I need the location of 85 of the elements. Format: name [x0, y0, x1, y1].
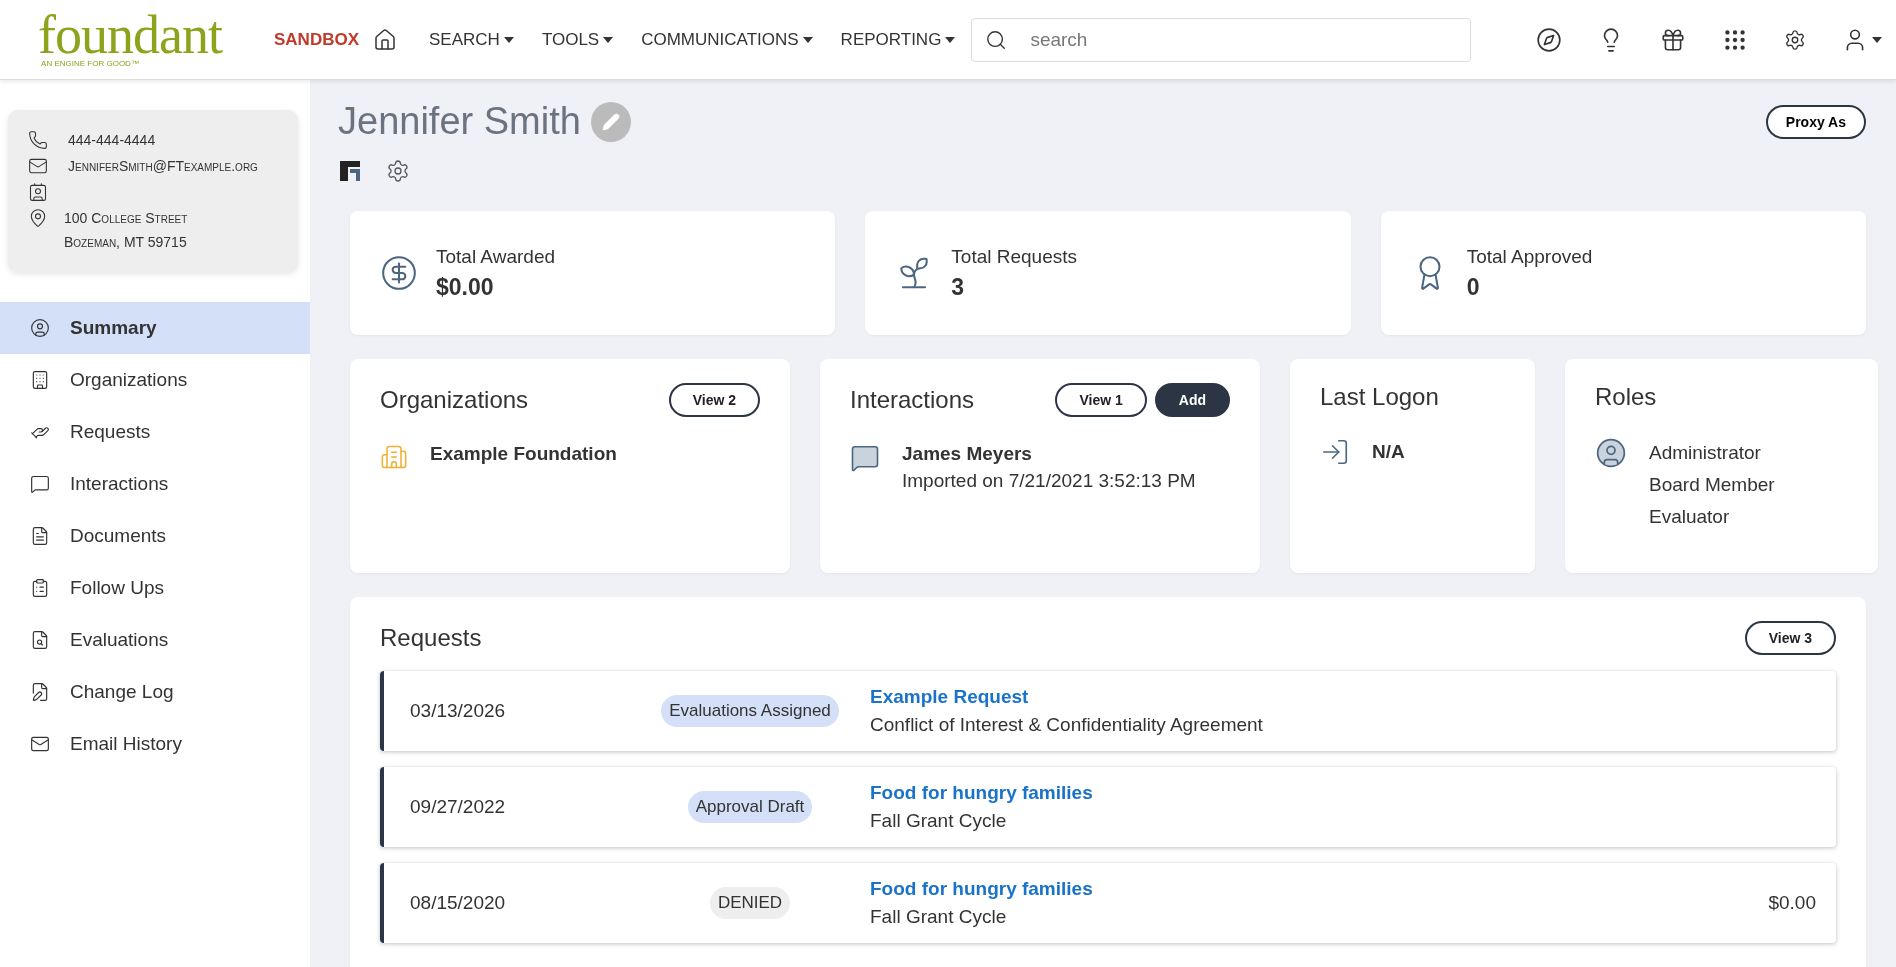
- dollar-icon: [380, 254, 418, 292]
- profile-name: Jennifer Smith: [338, 100, 581, 143]
- user-circle-icon: [1595, 437, 1627, 469]
- address-line: 100 College Street: [64, 210, 189, 226]
- sidebar-item[interactable]: Organizations: [0, 354, 310, 406]
- caret-icon: [802, 36, 813, 43]
- phone-number: 444-444-4444: [68, 132, 157, 148]
- request-row[interactable]: 08/15/2020 DENIED Food for hungry families Fall Grant Cycle $0.00: [380, 863, 1836, 943]
- status-badge: Evaluations Assigned: [661, 695, 839, 727]
- menu-button[interactable]: SEARCH: [429, 25, 514, 54]
- request-program: Fall Grant Cycle: [870, 906, 1008, 928]
- card-title: Roles: [1595, 383, 1658, 411]
- sidebar-item[interactable]: Requests: [0, 406, 310, 458]
- chat-icon: [30, 474, 50, 494]
- request-row[interactable]: 03/13/2026 Evaluations Assigned Example Request Conflict of Interest & Confidentiality Agreement: [380, 671, 1836, 751]
- card-title: Requests: [380, 624, 483, 652]
- request-link[interactable]: Example Request: [870, 686, 1816, 708]
- stat-value: 0: [1466, 273, 1481, 301]
- role-name: Board Member: [1649, 473, 1775, 497]
- document-edit-icon: [30, 682, 50, 702]
- view-button[interactable]: View 2: [668, 383, 760, 417]
- stat-value: 3: [951, 273, 966, 301]
- mail-icon: [28, 156, 48, 176]
- stat-label: Total Awarded: [436, 245, 555, 268]
- sidebar-item[interactable]: Evaluations: [0, 614, 310, 666]
- view-button[interactable]: View 3: [1744, 621, 1836, 655]
- card-title: Organizations: [380, 386, 530, 414]
- login-icon: [1320, 437, 1350, 467]
- location-pin-icon: [28, 208, 48, 228]
- stat-label: Total Requests: [951, 245, 1077, 268]
- request-row[interactable]: 09/27/2022 Approval Draft Food for hungry families Fall Grant Cycle: [380, 767, 1836, 847]
- sidebar-item[interactable]: Interactions: [0, 458, 310, 510]
- stat-label: Total Approved: [1466, 245, 1593, 268]
- caret-icon: [603, 36, 614, 43]
- stat-value: $0.00: [436, 273, 495, 301]
- card-title: Last Logon: [1320, 383, 1440, 411]
- address-line: Bozeman, MT 59715: [64, 234, 188, 250]
- caret-icon: [503, 36, 514, 43]
- sidebar-item[interactable]: Email History: [0, 718, 310, 770]
- request-date: 09/27/2022: [410, 796, 507, 818]
- organization-name[interactable]: Example Foundation: [430, 443, 617, 465]
- building-icon: [30, 370, 50, 390]
- request-link[interactable]: Food for hungry families: [870, 878, 1769, 900]
- search-icon: [985, 28, 1008, 51]
- request-program: Conflict of Interest & Confidentiality Agreement: [870, 714, 1264, 736]
- role-name: Administrator: [1649, 441, 1762, 465]
- caret-icon: [1872, 36, 1882, 43]
- proxy-button[interactable]: Proxy As: [1765, 104, 1866, 139]
- interaction-name: James Meyers: [902, 443, 1033, 465]
- sidebar-item[interactable]: Documents: [0, 510, 310, 562]
- building-icon: [380, 443, 408, 471]
- sidebar-item[interactable]: Follow Ups: [0, 562, 310, 614]
- sidebar-item[interactable]: Change Log: [0, 666, 310, 718]
- menu-button[interactable]: REPORTING: [840, 25, 956, 54]
- request-amount: $0.00: [1768, 891, 1816, 915]
- role-name: Evaluator: [1649, 505, 1731, 529]
- menu-button[interactable]: COMMUNICATIONS: [641, 25, 813, 54]
- phone-icon: [28, 130, 48, 150]
- id-card-icon: [28, 182, 48, 202]
- add-button[interactable]: Add: [1154, 383, 1230, 417]
- document-icon: [30, 526, 50, 546]
- menu-button[interactable]: TOOLS: [541, 25, 614, 54]
- email-address: JenniferSmith@FTexample.org: [68, 158, 259, 174]
- chat-icon: [850, 443, 880, 473]
- logo-tagline: AN ENGINE FOR GOOD™: [41, 59, 139, 68]
- last-logon-value: N/A: [1372, 441, 1405, 463]
- search-field[interactable]: search: [971, 17, 1472, 62]
- sidebar-item[interactable]: Summary: [0, 302, 310, 354]
- pencil-icon: [601, 112, 620, 131]
- mail-icon: [30, 734, 50, 754]
- status-badge: Approval Draft: [687, 791, 813, 823]
- request-date: 08/15/2020: [410, 892, 507, 914]
- request-link[interactable]: Food for hungry families: [870, 782, 1816, 804]
- status-badge: DENIED: [709, 887, 791, 919]
- card-title: Interactions: [850, 386, 976, 414]
- view-button[interactable]: View 1: [1055, 383, 1147, 417]
- request-program: Fall Grant Cycle: [870, 810, 1008, 832]
- interaction-detail: Imported on 7/21/2021 3:52:13 PM: [902, 469, 1196, 493]
- document-search-icon: [30, 630, 50, 650]
- request-date: 03/13/2026: [410, 700, 507, 722]
- ft-logo-icon[interactable]: [340, 161, 360, 181]
- caret-icon: [945, 36, 956, 43]
- user-circle-icon: [30, 318, 50, 338]
- environment-label: SANDBOX: [274, 29, 359, 50]
- clipboard-icon: [30, 578, 50, 598]
